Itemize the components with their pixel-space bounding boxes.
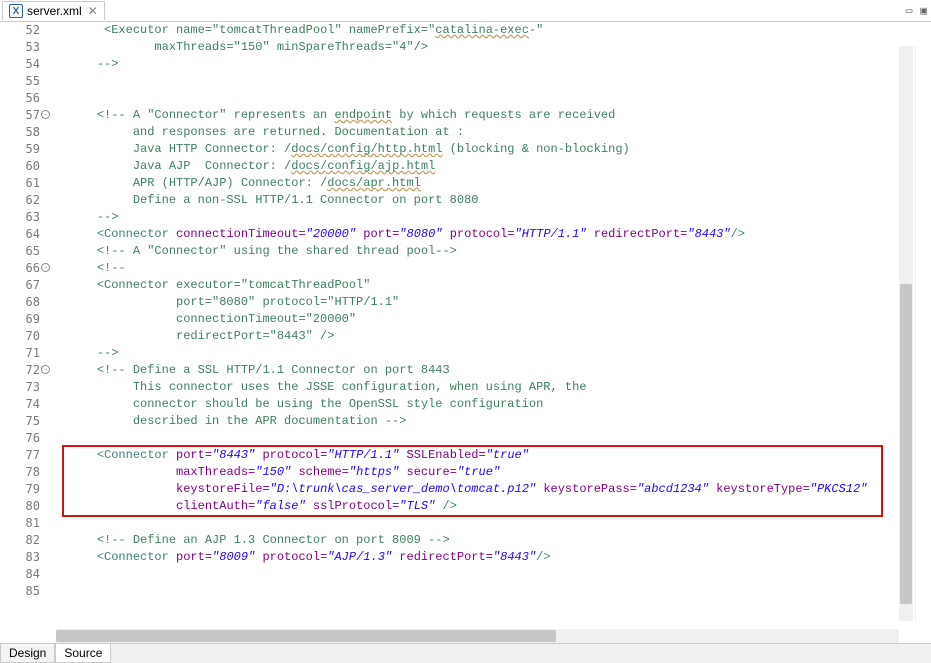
code-line[interactable]: <!-- — [68, 260, 931, 277]
fold-toggle-icon[interactable]: - — [41, 365, 50, 374]
code-line[interactable] — [68, 90, 931, 107]
code-line[interactable]: maxThreads="150" minSpareThreads="4"/> — [68, 39, 931, 56]
code-line[interactable]: described in the APR documentation --> — [68, 413, 931, 430]
code-line[interactable]: clientAuth="false" sslProtocol="TLS" /> — [68, 498, 931, 515]
line-number: 79 — [0, 481, 40, 498]
line-number: 58 — [0, 124, 40, 141]
editor-area: 525354555657-585960616263646566-67686970… — [0, 22, 931, 643]
line-number: 67 — [0, 277, 40, 294]
minimize-view-icon[interactable]: ▭ — [906, 4, 913, 18]
line-number: 63 — [0, 209, 40, 226]
bottom-tab-bar: Design Source — [0, 643, 931, 663]
code-line[interactable]: This connector uses the JSSE configurati… — [68, 379, 931, 396]
code-line[interactable]: <Connector executor="tomcatThreadPool" — [68, 277, 931, 294]
overview-ruler[interactable] — [915, 46, 929, 621]
line-number: 66- — [0, 260, 40, 277]
line-number: 56 — [0, 90, 40, 107]
code-line[interactable]: <Executor name="tomcatThreadPool" namePr… — [68, 22, 931, 39]
line-number: 83 — [0, 549, 40, 566]
line-number: 85 — [0, 583, 40, 600]
line-number: 53 — [0, 39, 40, 56]
line-number: 61 — [0, 175, 40, 192]
code-line[interactable]: keystoreFile="D:\trunk\cas_server_demo\t… — [68, 481, 931, 498]
code-line[interactable] — [68, 583, 931, 600]
line-number: 65 — [0, 243, 40, 260]
code-line[interactable]: --> — [68, 56, 931, 73]
file-tab-server-xml[interactable]: X server.xml ✕ — [2, 1, 105, 20]
code-line[interactable]: redirectPort="8443" /> — [68, 328, 931, 345]
code-content[interactable]: <Executor name="tomcatThreadPool" namePr… — [56, 22, 931, 643]
line-number: 60 — [0, 158, 40, 175]
code-line[interactable]: <!-- Define a SSL HTTP/1.1 Connector on … — [68, 362, 931, 379]
code-line[interactable]: and responses are returned. Documentatio… — [68, 124, 931, 141]
line-number: 78 — [0, 464, 40, 481]
line-number: 80 — [0, 498, 40, 515]
code-line[interactable]: <Connector port="8443" protocol="HTTP/1.… — [68, 447, 931, 464]
code-line[interactable]: <!-- Define an AJP 1.3 Connector on port… — [68, 532, 931, 549]
code-line[interactable] — [68, 515, 931, 532]
line-number: 55 — [0, 73, 40, 90]
line-number: 62 — [0, 192, 40, 209]
vertical-scrollbar[interactable] — [899, 46, 913, 621]
code-line[interactable]: Java AJP Connector: /docs/config/ajp.htm… — [68, 158, 931, 175]
line-number: 84 — [0, 566, 40, 583]
line-number: 52 — [0, 22, 40, 39]
code-line[interactable]: Define a non-SSL HTTP/1.1 Connector on p… — [68, 192, 931, 209]
line-number: 57- — [0, 107, 40, 124]
code-line[interactable]: <!-- A "Connector" using the shared thre… — [68, 243, 931, 260]
code-line[interactable] — [68, 73, 931, 90]
code-line[interactable]: maxThreads="150" scheme="https" secure="… — [68, 464, 931, 481]
maximize-view-icon[interactable]: ▣ — [920, 4, 927, 18]
fold-toggle-icon[interactable]: - — [41, 263, 50, 272]
line-number: 77 — [0, 447, 40, 464]
line-number: 59 — [0, 141, 40, 158]
tab-source[interactable]: Source — [55, 644, 111, 663]
file-tab-label: server.xml — [27, 4, 82, 18]
code-line[interactable] — [68, 566, 931, 583]
line-number: 73 — [0, 379, 40, 396]
code-line[interactable]: connector should be using the OpenSSL st… — [68, 396, 931, 413]
code-line[interactable]: connectionTimeout="20000" — [68, 311, 931, 328]
vertical-scroll-thumb[interactable] — [900, 284, 912, 604]
code-line[interactable]: Java HTTP Connector: /docs/config/http.h… — [68, 141, 931, 158]
line-number: 72- — [0, 362, 40, 379]
code-line[interactable]: APR (HTTP/AJP) Connector: /docs/apr.html — [68, 175, 931, 192]
line-number: 75 — [0, 413, 40, 430]
fold-toggle-icon[interactable]: - — [41, 110, 50, 119]
line-number: 69 — [0, 311, 40, 328]
line-number: 64 — [0, 226, 40, 243]
horizontal-scrollbar[interactable] — [56, 629, 899, 643]
line-number: 70 — [0, 328, 40, 345]
code-line[interactable]: <Connector connectionTimeout="20000" por… — [68, 226, 931, 243]
code-line[interactable]: port="8080" protocol="HTTP/1.1" — [68, 294, 931, 311]
line-number: 81 — [0, 515, 40, 532]
line-number: 82 — [0, 532, 40, 549]
line-number: 68 — [0, 294, 40, 311]
line-number: 54 — [0, 56, 40, 73]
code-line[interactable]: --> — [68, 345, 931, 362]
code-line[interactable]: <!-- A "Connector" represents an endpoin… — [68, 107, 931, 124]
tab-design[interactable]: Design — [0, 644, 55, 663]
line-number: 76 — [0, 430, 40, 447]
editor-tab-bar: X server.xml ✕ ▭ ▣ — [0, 0, 931, 22]
horizontal-scroll-thumb[interactable] — [56, 630, 556, 642]
line-number: 74 — [0, 396, 40, 413]
line-number-gutter: 525354555657-585960616263646566-67686970… — [0, 22, 56, 643]
code-line[interactable]: <Connector port="8009" protocol="AJP/1.3… — [68, 549, 931, 566]
close-icon[interactable]: ✕ — [88, 4, 98, 18]
line-number: 71 — [0, 345, 40, 362]
xml-file-icon: X — [9, 4, 23, 18]
code-line[interactable] — [68, 430, 931, 447]
code-line[interactable]: --> — [68, 209, 931, 226]
